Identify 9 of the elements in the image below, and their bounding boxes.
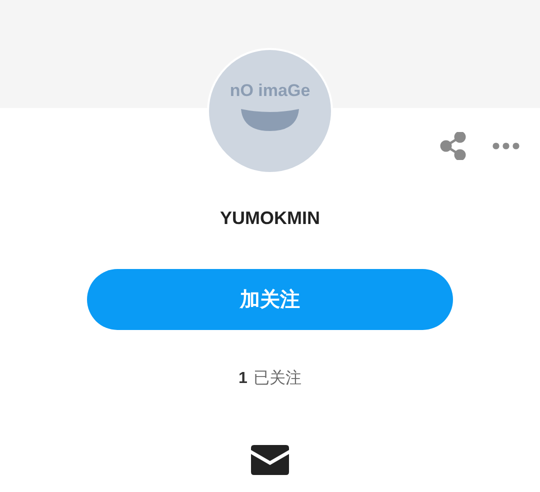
- mail-icon[interactable]: [251, 445, 289, 475]
- smile-icon: [239, 107, 301, 133]
- more-icon[interactable]: [492, 142, 520, 150]
- avatar-placeholder-text: nO imaGe: [230, 81, 310, 101]
- share-icon[interactable]: [440, 132, 466, 160]
- following-label[interactable]: 已关注: [253, 368, 302, 389]
- profile-name: YUMOKMIN: [220, 208, 320, 229]
- following-count: 1: [238, 370, 248, 388]
- follow-button[interactable]: 加关注: [87, 269, 453, 330]
